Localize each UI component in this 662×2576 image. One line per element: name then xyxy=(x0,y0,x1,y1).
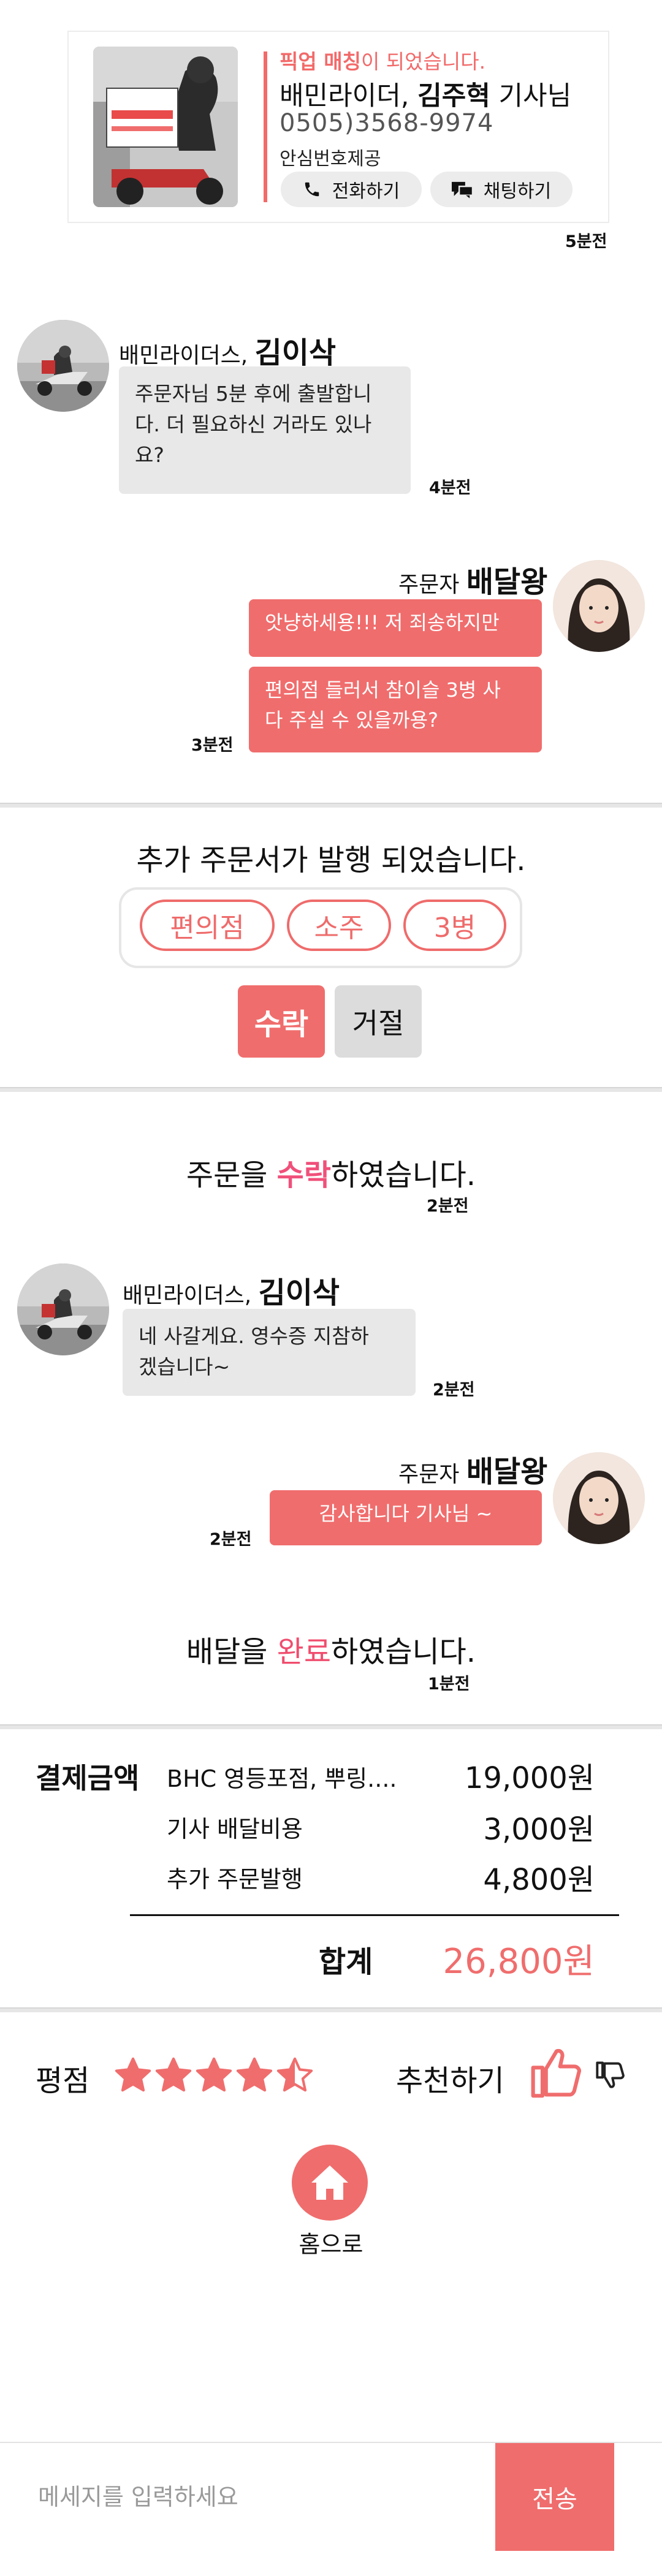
section-divider xyxy=(0,803,662,808)
orderer-avatar xyxy=(553,560,645,652)
star-full-icon[interactable] xyxy=(154,2056,192,2094)
message-time: 1분전 xyxy=(428,1675,470,1694)
chat-bubble-sent: 편의점 들러서 참이슬 3병 사 다 주실 수 있을까용? xyxy=(249,667,542,752)
thumbs-up-icon[interactable] xyxy=(528,2044,585,2103)
home-button[interactable] xyxy=(292,2145,368,2221)
sender-name: 주문자 배달왕 xyxy=(398,565,548,599)
match-status-title: 픽업 매칭이 되었습니다. xyxy=(280,50,486,74)
message-time: 2분전 xyxy=(210,1530,252,1549)
payment-row-amount: 3,000원 xyxy=(483,1813,595,1847)
order-accepted-notice: 주문을 수락하였습니다. xyxy=(186,1158,476,1192)
order-item-chip: 3병 xyxy=(403,900,506,951)
chat-bubbles-icon xyxy=(451,181,473,199)
section-divider xyxy=(0,1087,662,1092)
accept-button[interactable]: 수락 xyxy=(238,985,325,1058)
payment-total-amount: 26,800원 xyxy=(443,1942,595,1982)
message-time: 3분전 xyxy=(191,736,234,755)
message-time: 2분전 xyxy=(427,1197,469,1216)
payment-total-divider xyxy=(130,1914,619,1916)
star-half-icon[interactable] xyxy=(276,2056,314,2094)
rider-name: 배민라이더, 김주혁 기사님 xyxy=(280,81,572,112)
star-full-icon[interactable] xyxy=(195,2056,233,2094)
message-time: 4분전 xyxy=(429,479,471,498)
bubble-text-line: 네 사갈게요. 영수증 지참하 xyxy=(139,1324,369,1348)
star-full-icon[interactable] xyxy=(235,2056,273,2094)
chat-bubble-sent: 감사합니다 기사님 ~ xyxy=(270,1490,542,1545)
sender-name: 배민라이더스, 김이삭 xyxy=(119,336,337,370)
sender-name: 배민라이더스, 김이삭 xyxy=(123,1276,340,1310)
thumbs-down-icon[interactable] xyxy=(595,2059,626,2093)
additional-order-title: 추가 주문서가 발행 되었습니다. xyxy=(136,843,526,877)
star-rating[interactable] xyxy=(114,2056,314,2094)
orderer-avatar xyxy=(553,1452,645,1544)
sender-name: 주문자 배달왕 xyxy=(398,1455,548,1489)
chat-bubble-sent: 앗냥하세용!!! 저 죄송하지만 xyxy=(249,599,542,657)
bubble-text-line: 앗냥하세용!!! 저 죄송하지만 xyxy=(265,611,500,634)
payment-total-label: 합계 xyxy=(319,1945,373,1979)
chat-bubble-received: 네 사갈게요. 영수증 지참하 겠습니다~ xyxy=(123,1309,416,1396)
phone-icon xyxy=(305,182,319,197)
bubble-text-line: 요? xyxy=(135,443,164,467)
payment-row-label: BHC 영등포점, 뿌링.... xyxy=(167,1765,397,1792)
rating-label: 평점 xyxy=(36,2064,90,2098)
chat-button-label: 채팅하기 xyxy=(483,181,552,202)
chat-bubble-received: 주문자님 5분 후에 출발합니 다. 더 필요하신 거라도 있나 요? xyxy=(119,366,411,494)
message-time: 2분전 xyxy=(433,1381,475,1400)
rider-avatar xyxy=(17,320,109,412)
rider-avatar xyxy=(17,1263,109,1355)
send-button[interactable]: 전송 xyxy=(495,2443,614,2551)
payment-row-amount: 19,000원 xyxy=(464,1761,595,1795)
payment-title: 결제금액 xyxy=(36,1762,140,1795)
payment-row-label: 추가 주문발행 xyxy=(167,1866,303,1893)
message-time: 5분전 xyxy=(565,232,607,251)
call-button-label: 전화하기 xyxy=(332,181,400,202)
reject-button[interactable]: 거절 xyxy=(335,985,422,1058)
recommend-label: 추천하기 xyxy=(396,2064,504,2098)
section-divider xyxy=(0,2007,662,2012)
order-item-chip: 소주 xyxy=(287,900,391,951)
chat-button[interactable]: 채팅하기 xyxy=(430,172,573,207)
bubble-text-line: 겠습니다~ xyxy=(139,1355,230,1379)
card-accent-divider xyxy=(264,51,267,202)
payment-row-label: 기사 배달비용 xyxy=(167,1816,303,1843)
payment-row-amount: 4,800원 xyxy=(483,1863,595,1897)
bubble-text-line: 편의점 들러서 참이슬 3병 사 xyxy=(265,678,501,702)
bubble-text-line: 다. 더 필요하신 거라도 있나 xyxy=(135,412,372,436)
order-item-chip: 편의점 xyxy=(140,900,275,951)
bubble-text-line: 감사합니다 기사님 ~ xyxy=(319,1502,493,1525)
rider-phone-number: 0505)3568-9974 xyxy=(280,109,494,137)
home-icon xyxy=(311,2165,348,2200)
safe-number-label: 안심번호제공 xyxy=(280,148,381,170)
bubble-text-line: 주문자님 5분 후에 출발합니 xyxy=(135,382,372,406)
star-full-icon[interactable] xyxy=(114,2056,152,2094)
home-label: 홈으로 xyxy=(299,2231,363,2258)
bubble-text-line: 다 주실 수 있을까용? xyxy=(265,708,439,732)
pickup-match-card: 픽업 매칭이 되었습니다. 배민라이더, 김주혁 기사님 0505)3568-9… xyxy=(67,31,609,223)
message-input-bar: 전송 xyxy=(0,2442,662,2576)
call-button[interactable]: 전화하기 xyxy=(281,172,422,207)
message-input[interactable] xyxy=(0,2443,494,2551)
section-divider xyxy=(0,1724,662,1729)
delivery-complete-notice: 배달을 완료하였습니다. xyxy=(186,1635,476,1669)
rider-photo xyxy=(93,47,238,207)
